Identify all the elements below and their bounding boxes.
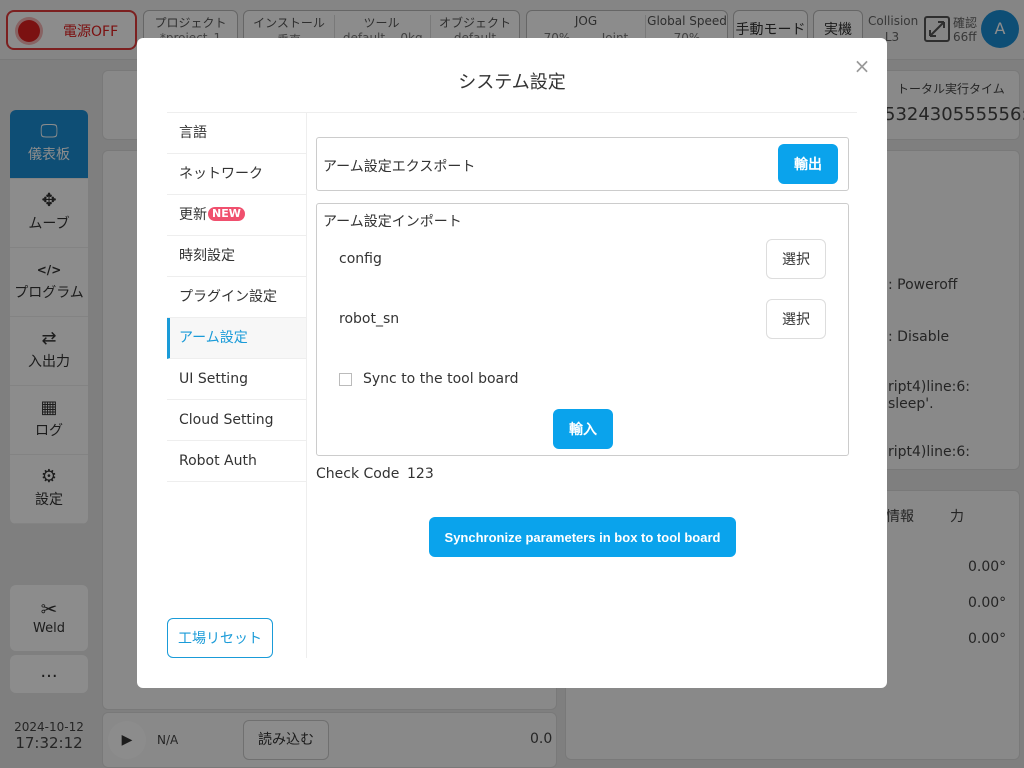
menu-divider — [306, 113, 307, 658]
menu-item-network[interactable]: ネットワーク — [167, 154, 307, 195]
export-label: アーム設定エクスポート — [323, 159, 476, 175]
settings-menu: 言語 ネットワーク 更新 NEW 時刻設定 プラグイン設定 アーム設定 UI Se… — [167, 113, 307, 482]
sync-tool-board-label: Sync to the tool board — [363, 371, 519, 387]
sync-tool-board-checkbox[interactable] — [339, 373, 352, 386]
import-button[interactable]: 輸入 — [553, 409, 613, 449]
menu-item-auth[interactable]: Robot Auth — [167, 441, 307, 482]
export-button[interactable]: 輸出 — [778, 144, 838, 184]
close-icon[interactable]: × — [852, 56, 872, 76]
import-section: アーム設定インポート config 選択 robot_sn 選択 Sync to… — [316, 203, 849, 456]
menu-item-cloud[interactable]: Cloud Setting — [167, 400, 307, 441]
menu-item-label: アーム設定 — [179, 330, 248, 346]
menu-item-plugin[interactable]: プラグイン設定 — [167, 277, 307, 318]
menu-item-label: プラグイン設定 — [179, 289, 277, 305]
menu-item-label: 更新 — [179, 207, 207, 223]
menu-item-label: UI Setting — [179, 371, 248, 387]
factory-reset-button[interactable]: 工場リセット — [167, 618, 273, 658]
config-select-button[interactable]: 選択 — [766, 239, 826, 279]
import-label: アーム設定インポート — [323, 214, 462, 230]
menu-item-arm[interactable]: アーム設定 — [167, 318, 307, 359]
menu-item-language[interactable]: 言語 — [167, 113, 307, 154]
robot-sn-select-button[interactable]: 選択 — [766, 299, 826, 339]
menu-item-label: Robot Auth — [179, 453, 257, 469]
sync-parameters-button[interactable]: Synchronize parameters in box to tool bo… — [429, 517, 736, 557]
menu-item-time[interactable]: 時刻設定 — [167, 236, 307, 277]
menu-item-label: 時刻設定 — [179, 248, 235, 264]
menu-item-update[interactable]: 更新 NEW — [167, 195, 307, 236]
modal-title: システム設定 — [458, 72, 566, 93]
check-code-value: 123 — [407, 466, 434, 482]
menu-item-label: 言語 — [179, 125, 207, 141]
check-code-label: Check Code — [316, 466, 400, 482]
menu-item-label: Cloud Setting — [179, 412, 274, 428]
robot-sn-label: robot_sn — [339, 311, 400, 327]
config-label: config — [339, 251, 382, 267]
menu-item-label: ネットワーク — [179, 166, 263, 182]
system-settings-modal: システム設定 × 言語 ネットワーク 更新 NEW 時刻設定 プラグイン設定 アー… — [137, 38, 887, 688]
new-badge: NEW — [208, 207, 245, 221]
export-section: アーム設定エクスポート 輸出 — [316, 137, 849, 191]
menu-item-ui[interactable]: UI Setting — [167, 359, 307, 400]
